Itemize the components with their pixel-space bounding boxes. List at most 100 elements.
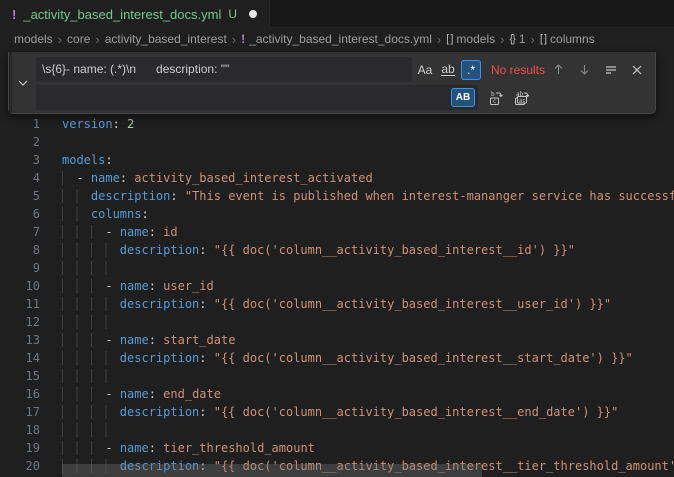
match-case-button[interactable]: Aa [415,60,435,80]
horizontal-scrollbar[interactable] [62,464,482,477]
git-untracked-badge: U [228,7,237,21]
code-text [62,313,674,331]
code-line[interactable]: 19 - name: tier_threshold_amount [0,439,674,457]
next-match-button[interactable] [575,60,594,79]
whole-word-button[interactable]: ab [438,60,458,80]
code-line[interactable]: 6 columns: [0,205,674,223]
find-input[interactable]: \s{6}- name: (.*)\n description: "" [36,57,412,82]
line-number[interactable]: 19 [0,439,40,457]
code-line[interactable]: 17 description: "{{ doc('column__activit… [0,403,674,421]
breadcrumb-item[interactable]: ! _activity_based_interest_docs.yml [241,32,432,46]
replace-input[interactable]: - name: $1\n description: "{{ doc('colum… [36,85,478,110]
code-line[interactable]: 4 - name: activity_based_interest_activa… [0,169,674,187]
breadcrumb-label: _activity_based_interest_docs.yml [249,32,432,46]
code-text: - name: tier_threshold_amount [62,439,674,457]
line-number[interactable]: 17 [0,403,40,421]
breadcrumb-item[interactable]: [ ]models [446,32,495,46]
previous-match-button[interactable] [549,60,568,79]
close-find-widget-button[interactable] [627,60,646,79]
line-number[interactable]: 1 [0,115,40,133]
code-text: - name: id [62,223,674,241]
breadcrumb-separator: › [530,32,536,47]
regex-button[interactable]: .* [461,60,481,80]
chevron-down-icon [17,77,29,89]
line-number[interactable]: 4 [0,169,40,187]
code-line[interactable]: 15 [0,367,674,385]
line-number[interactable]: 15 [0,367,40,385]
line-number[interactable]: 16 [0,385,40,403]
preserve-case-button[interactable]: AB [451,88,475,107]
breadcrumb-item[interactable]: {}1 [509,32,525,46]
replace-button[interactable]: b c [486,88,505,107]
breadcrumb-item[interactable]: models [14,32,53,46]
unsaved-changes-dot-icon[interactable] [249,10,257,18]
line-number[interactable]: 8 [0,241,40,259]
code-line[interactable]: 11 description: "{{ doc('column__activit… [0,295,674,313]
line-number[interactable]: 9 [0,259,40,277]
code-text: description: "{{ doc('column__activity_b… [62,349,674,367]
toggle-replace-button[interactable] [12,52,34,113]
code-text: - name: start_date [62,331,674,349]
tab-bar: ! _activity_based_interest_docs.yml U [0,0,674,28]
code-line[interactable]: 16 - name: end_date [0,385,674,403]
code-line[interactable]: 12 [0,313,674,331]
code-text: columns: [62,205,674,223]
code-line[interactable]: 9 [0,259,674,277]
breadcrumb-separator: › [57,32,63,47]
line-number[interactable]: 6 [0,205,40,223]
line-number[interactable]: 7 [0,223,40,241]
gutter-gap [40,403,62,421]
gutter-gap [40,295,62,313]
code-text [62,367,674,385]
code-line[interactable]: 13 - name: start_date [0,331,674,349]
breadcrumb-item[interactable]: core [67,32,90,46]
line-number[interactable]: 10 [0,277,40,295]
line-number[interactable]: 5 [0,187,40,205]
breadcrumb-item[interactable]: [ ]columns [540,32,595,46]
gutter-gap [40,349,62,367]
svg-text:c: c [492,98,496,105]
breadcrumb-label: columns [550,32,595,46]
code-line[interactable]: 14 description: "{{ doc('column__activit… [0,349,674,367]
line-number[interactable]: 11 [0,295,40,313]
code-text: description: "This event is published wh… [62,187,674,205]
editor-tab[interactable]: ! _activity_based_interest_docs.yml U [0,0,270,28]
code-text: description: "{{ doc('column__activity_b… [62,295,674,313]
code-editor[interactable]: 1version: 223models:4 - name: activity_b… [0,50,674,477]
gutter-gap [40,223,62,241]
code-line[interactable]: 18 [0,421,674,439]
gutter-gap [40,169,62,187]
line-number[interactable]: 20 [0,457,40,475]
line-number[interactable]: 13 [0,331,40,349]
gutter-gap [40,385,62,403]
code-line[interactable]: 5 description: "This event is published … [0,187,674,205]
code-line[interactable]: 8 description: "{{ doc('column__activity… [0,241,674,259]
selection-lines-icon [604,63,618,77]
gutter-gap [40,205,62,223]
code-line[interactable]: 1version: 2 [0,115,674,133]
code-line[interactable]: 3models: [0,151,674,169]
array-symbol-icon: [ ] [446,33,452,45]
yaml-file-icon: ! [241,32,245,46]
code-line[interactable]: 7 - name: id [0,223,674,241]
code-line[interactable]: 2 [0,133,674,151]
gutter-gap [40,241,62,259]
code-text: - name: end_date [62,385,674,403]
find-replace-widget: \s{6}- name: (.*)\n description: "" Aa a… [8,52,656,114]
line-number[interactable]: 14 [0,349,40,367]
breadcrumb-separator: › [436,32,442,47]
replace-all-button[interactable]: ab ac [512,88,531,107]
line-number[interactable]: 18 [0,421,40,439]
replace-icon: b c [488,90,504,106]
replace-all-icon: ab ac [513,90,530,106]
find-in-selection-button[interactable] [601,60,620,79]
breadcrumb-label: core [67,32,90,46]
line-number[interactable]: 12 [0,313,40,331]
line-number[interactable]: 2 [0,133,40,151]
object-symbol-icon: {} [509,33,514,45]
code-line[interactable]: 10 - name: user_id [0,277,674,295]
code-text: description: "{{ doc('column__activity_b… [62,241,674,259]
line-number[interactable]: 3 [0,151,40,169]
breadcrumb-item[interactable]: activity_based_interest [105,32,227,46]
arrow-down-icon [578,63,591,76]
